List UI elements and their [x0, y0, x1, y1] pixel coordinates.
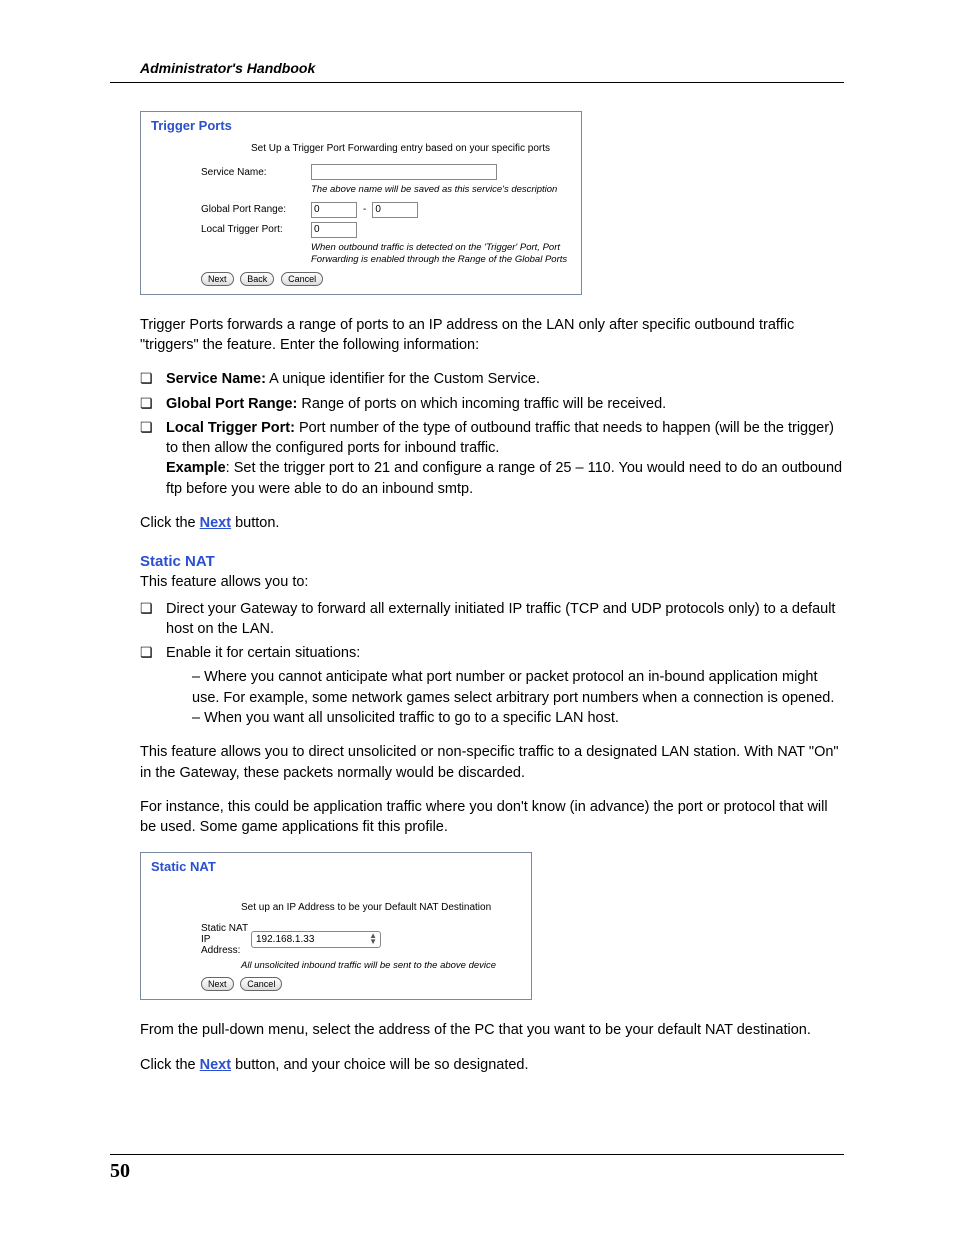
text: Click the [140, 515, 200, 531]
list-item: Service Name: A unique identifier for th… [140, 369, 844, 389]
cancel-button[interactable]: Cancel [281, 272, 323, 286]
pulldown-instruction: From the pull-down menu, select the addr… [140, 1020, 844, 1040]
next-link[interactable]: Next [200, 1057, 231, 1073]
next-link[interactable]: Next [200, 515, 231, 531]
list-item: Enable it for certain situations: – Wher… [140, 643, 844, 728]
trigger-ports-list: Service Name: A unique identifier for th… [140, 369, 844, 499]
static-nat-para2: For instance, this could be application … [140, 797, 844, 838]
next-button[interactable]: Next [201, 272, 234, 286]
list-item: Local Trigger Port: Port number of the t… [140, 418, 844, 499]
static-nat-heading: Static NAT [140, 553, 844, 570]
list-item: Global Port Range: Range of ports on whi… [140, 394, 844, 414]
global-port-label: Global Port Range: [201, 204, 311, 215]
service-name-row: Service Name: [201, 164, 571, 180]
cancel-button[interactable]: Cancel [240, 977, 282, 991]
text: button, and your choice will be so desig… [231, 1057, 528, 1073]
nat-ip-select[interactable]: 192.168.1.33 ▲▼ [251, 931, 381, 948]
list-item-text: Enable it for certain situations: [166, 645, 360, 661]
panel2-buttons: Next Cancel [201, 977, 521, 991]
back-button[interactable]: Back [240, 272, 274, 286]
panel-subtitle: Set Up a Trigger Port Forwarding entry b… [251, 143, 571, 154]
local-trigger-hint: When outbound traffic is detected on the… [311, 242, 571, 266]
service-name-hint: The above name will be saved as this ser… [311, 184, 571, 196]
local-trigger-input[interactable] [311, 222, 357, 238]
list-item-label: Local Trigger Port: [166, 420, 295, 436]
trigger-ports-intro: Trigger Ports forwards a range of ports … [140, 315, 844, 356]
global-port-end-input[interactable] [372, 202, 418, 218]
header-rule [110, 82, 844, 83]
global-port-row: Global Port Range: - [201, 202, 571, 218]
service-name-label: Service Name: [201, 167, 311, 178]
global-port-start-input[interactable] [311, 202, 357, 218]
page-number: 50 [110, 1160, 130, 1183]
running-head: Administrator's Handbook [140, 60, 844, 76]
panel1-buttons: Next Back Cancel [201, 272, 571, 286]
list-item-label: Global Port Range: [166, 396, 297, 412]
panel-subtitle: Set up an IP Address to be your Default … [241, 902, 521, 913]
nat-ip-value: 192.168.1.33 [256, 934, 314, 945]
example-text: : Set the trigger port to 21 and configu… [166, 460, 842, 496]
dropdown-icon: ▲▼ [369, 933, 376, 945]
list-item-text: A unique identifier for the Custom Servi… [266, 371, 540, 387]
text: button. [231, 515, 279, 531]
panel-title: Trigger Ports [151, 118, 571, 133]
click-next-2: Click the Next button, and your choice w… [140, 1055, 844, 1075]
service-name-input[interactable] [311, 164, 497, 180]
panel-title: Static NAT [151, 859, 521, 874]
local-trigger-row: Local Trigger Port: [201, 222, 571, 238]
footer-rule [110, 1154, 844, 1155]
list-item: Direct your Gateway to forward all exter… [140, 599, 844, 640]
click-next-1: Click the Next button. [140, 513, 844, 533]
static-nat-list: Direct your Gateway to forward all exter… [140, 599, 844, 729]
nat-hint: All unsolicited inbound traffic will be … [241, 960, 521, 972]
nat-ip-row: Static NAT IP Address: 192.168.1.33 ▲▼ [201, 923, 521, 956]
static-nat-panel: Static NAT Set up an IP Address to be yo… [140, 852, 532, 1001]
list-item-text: Range of ports on which incoming traffic… [297, 396, 666, 412]
next-button[interactable]: Next [201, 977, 234, 991]
local-trigger-label: Local Trigger Port: [201, 224, 311, 235]
nat-ip-label: Static NAT IP Address: [201, 923, 251, 956]
static-nat-para1: This feature allows you to direct unsoli… [140, 742, 844, 783]
example-label: Example [166, 460, 226, 476]
page: Administrator's Handbook Trigger Ports S… [0, 0, 954, 1235]
sub-item: – When you want all unsolicited traffic … [192, 708, 844, 728]
sub-item: – Where you cannot anticipate what port … [192, 667, 844, 708]
port-range-separator: - [363, 204, 366, 215]
text: Click the [140, 1057, 200, 1073]
trigger-ports-panel: Trigger Ports Set Up a Trigger Port Forw… [140, 111, 582, 295]
list-item-label: Service Name: [166, 371, 266, 387]
static-nat-intro: This feature allows you to: [140, 572, 844, 592]
